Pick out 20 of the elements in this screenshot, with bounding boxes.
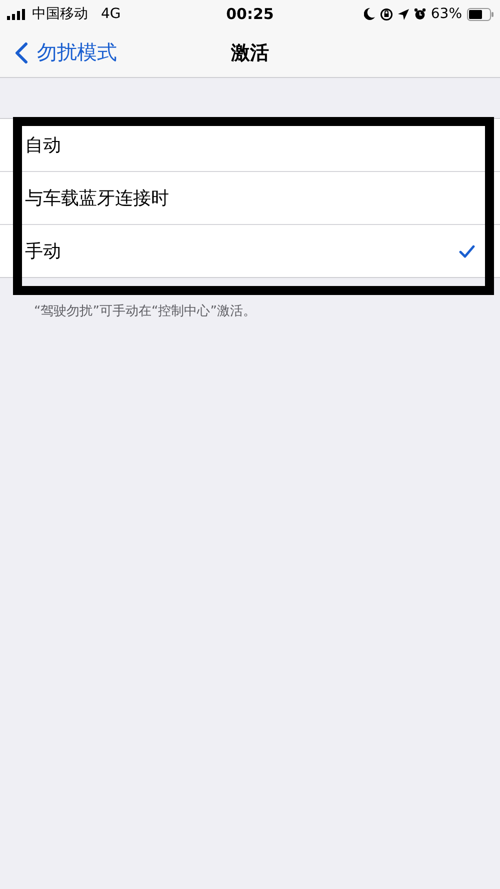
option-label: 自动	[25, 134, 61, 157]
clock-time: 00:25	[226, 5, 274, 23]
battery-percent: 63%	[430, 6, 462, 22]
carrier-name: 中国移动	[32, 5, 88, 23]
battery-icon	[467, 8, 494, 20]
option-label: 手动	[25, 240, 61, 263]
option-row[interactable]: 自动	[0, 119, 500, 172]
footer-note: “驾驶勿扰”可手动在“控制中心”激活。	[34, 303, 257, 320]
option-label: 与车载蓝牙连接时	[25, 187, 169, 210]
moon-icon	[364, 8, 375, 20]
option-row[interactable]: 手动	[0, 225, 500, 277]
location-arrow-icon	[398, 8, 409, 20]
back-button[interactable]: 勿扰模式	[0, 39, 117, 66]
network-type: 4G	[101, 6, 121, 22]
alarm-clock-icon	[414, 8, 426, 20]
chevron-left-icon	[15, 42, 28, 64]
option-row[interactable]: 与车载蓝牙连接时	[0, 172, 500, 225]
signal-icon	[7, 8, 27, 20]
page-title: 激活	[231, 40, 269, 66]
rotation-lock-icon	[380, 8, 393, 20]
